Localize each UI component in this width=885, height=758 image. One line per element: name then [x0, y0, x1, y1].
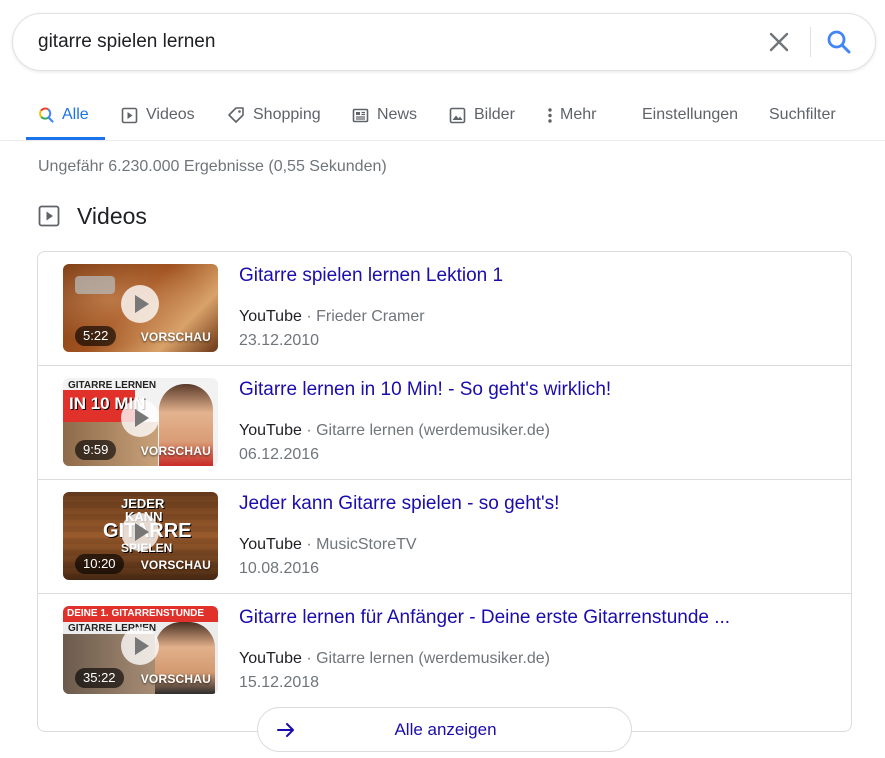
result-stats: Ungefähr 6.230.000 Ergebnisse (0,55 Seku… — [38, 158, 387, 175]
video-title[interactable]: Gitarre lernen in 10 Min! - So geht's wi… — [239, 379, 611, 401]
video-platform: YouTube — [239, 308, 302, 325]
tab-label: Mehr — [560, 106, 597, 123]
tab-mehr[interactable]: Mehr — [547, 90, 596, 140]
video-result[interactable]: GITARRE LERNEN IN 10 MIN 9:59 VORSCHAU G… — [38, 366, 851, 480]
newspaper-icon — [352, 108, 369, 122]
video-thumbnail[interactable]: JEDER KANN GITARRE SPIELEN 10:20 VORSCHA… — [63, 492, 218, 580]
tab-suchfilter[interactable]: Suchfilter — [769, 90, 836, 140]
tab-alle[interactable]: Alle — [38, 90, 89, 140]
video-duration: 10:20 — [75, 554, 124, 574]
video-date: 10.08.2016 — [239, 560, 320, 577]
video-duration: 35:22 — [75, 668, 124, 688]
tab-label: Suchfilter — [769, 106, 836, 123]
tab-label: Bilder — [474, 106, 515, 123]
video-thumbnail[interactable]: 5:22 VORSCHAU — [63, 264, 218, 352]
video-platform: YouTube — [239, 536, 302, 553]
video-channel: Frieder Cramer — [316, 308, 425, 325]
video-carousel: 5:22 VORSCHAU Gitarre spielen lernen Lek… — [37, 251, 852, 732]
video-source: YouTube · Gitarre lernen (werdemusiker.d… — [239, 650, 550, 667]
play-box-icon — [38, 205, 60, 227]
video-thumbnail[interactable]: DEINE 1. GITARRENSTUNDE GITARRE LERNEN 3… — [63, 606, 218, 694]
tab-label: News — [377, 106, 418, 123]
video-date: 23.12.2010 — [239, 332, 320, 349]
tab-news[interactable]: News — [352, 90, 417, 140]
search-bar — [12, 13, 876, 71]
thumbnail-caption: GITARRE LERNEN — [68, 380, 157, 391]
play-box-icon — [121, 107, 138, 123]
video-result[interactable]: DEINE 1. GITARRENSTUNDE GITARRE LERNEN 3… — [38, 594, 851, 708]
preview-label: VORSCHAU — [140, 672, 211, 686]
video-channel: Gitarre lernen (werdemusiker.de) — [316, 422, 550, 439]
active-tab-indicator — [26, 137, 105, 140]
video-result[interactable]: JEDER KANN GITARRE SPIELEN 10:20 VORSCHA… — [38, 480, 851, 594]
play-icon — [121, 627, 159, 665]
play-icon — [121, 399, 159, 437]
search-icon[interactable] — [825, 28, 853, 56]
video-title[interactable]: Jeder kann Gitarre spielen - so geht's! — [239, 493, 559, 515]
video-platform: YouTube — [239, 422, 302, 439]
video-date: 15.12.2018 — [239, 674, 320, 691]
tab-einstellungen[interactable]: Einstellungen — [642, 90, 738, 140]
tab-label: Einstellungen — [642, 106, 739, 123]
tab-label: Alle — [62, 106, 89, 123]
tab-label: Videos — [146, 106, 195, 123]
search-tabs: Alle Videos Shopping News Bilder Mehr Ei… — [0, 90, 885, 141]
search-divider — [810, 27, 811, 57]
search-multicolor-icon — [39, 107, 54, 123]
tab-videos[interactable]: Videos — [121, 90, 195, 140]
tab-shopping[interactable]: Shopping — [227, 90, 321, 140]
tab-label: Shopping — [253, 106, 321, 123]
image-icon — [449, 107, 466, 123]
show-all-button[interactable]: Alle anzeigen — [257, 707, 632, 752]
video-title[interactable]: Gitarre lernen für Anfänger - Deine erst… — [239, 607, 730, 629]
video-result[interactable]: 5:22 VORSCHAU Gitarre spielen lernen Lek… — [38, 252, 851, 366]
play-icon — [121, 285, 159, 323]
video-platform: YouTube — [239, 650, 302, 667]
preview-label: VORSCHAU — [140, 444, 211, 458]
preview-label: VORSCHAU — [140, 558, 211, 572]
more-vert-icon — [548, 107, 552, 123]
video-source: YouTube · Frieder Cramer — [239, 308, 425, 325]
video-date: 06.12.2016 — [239, 446, 320, 463]
video-title[interactable]: Gitarre spielen lernen Lektion 1 — [239, 265, 503, 287]
show-all-label: Alle anzeigen — [394, 720, 497, 739]
video-source: YouTube · Gitarre lernen (werdemusiker.d… — [239, 422, 550, 439]
tag-icon — [228, 107, 244, 123]
search-input[interactable] — [38, 14, 738, 70]
preview-label: VORSCHAU — [140, 330, 211, 344]
tab-bilder[interactable]: Bilder — [449, 90, 515, 140]
videos-section-header: Videos — [38, 202, 147, 230]
thumbnail-caption: DEINE 1. GITARRENSTUNDE — [67, 608, 205, 619]
video-channel: Gitarre lernen (werdemusiker.de) — [316, 650, 550, 667]
play-icon — [121, 513, 159, 551]
video-channel: MusicStoreTV — [316, 536, 417, 553]
video-source: YouTube · MusicStoreTV — [239, 536, 417, 553]
clear-icon[interactable] — [765, 28, 793, 56]
video-duration: 5:22 — [75, 326, 117, 346]
video-thumbnail[interactable]: GITARRE LERNEN IN 10 MIN 9:59 VORSCHAU — [63, 378, 218, 466]
video-duration: 9:59 — [75, 440, 117, 460]
videos-section-title: Videos — [77, 202, 147, 229]
